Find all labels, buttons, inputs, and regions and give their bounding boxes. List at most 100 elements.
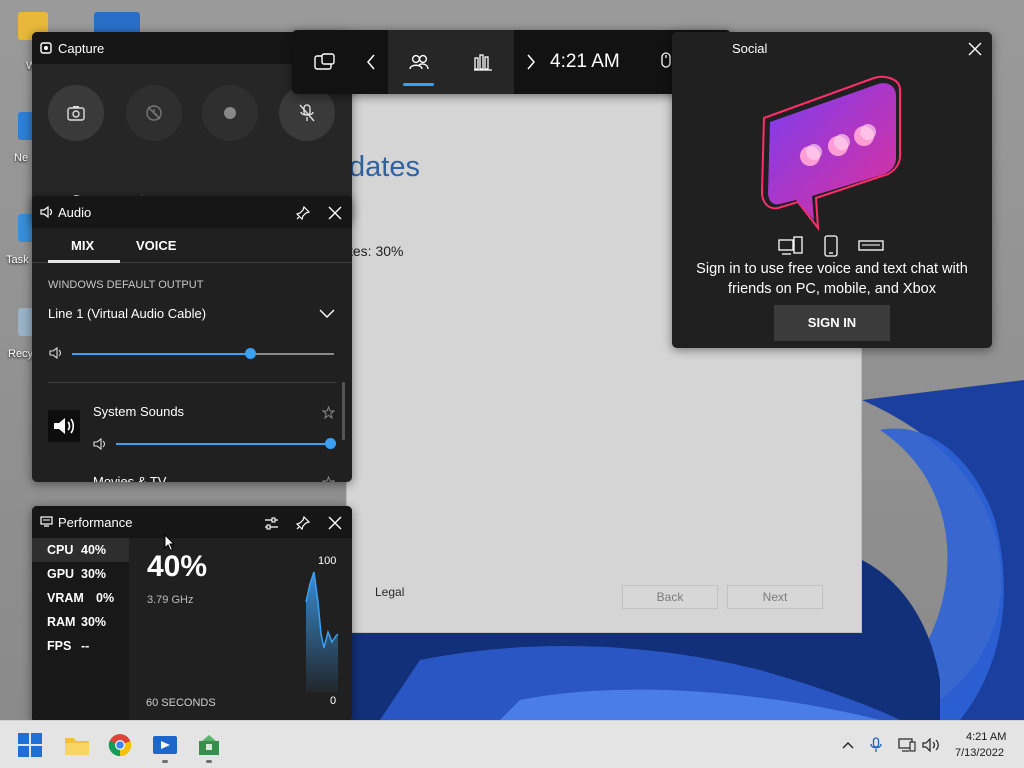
social-icon bbox=[409, 54, 429, 70]
monitor-icon bbox=[40, 516, 53, 527]
output-device-select[interactable]: Line 1 (Virtual Audio Cable) bbox=[48, 306, 206, 321]
legal-link[interactable]: Legal bbox=[375, 585, 404, 599]
audio-widget: Audio MIX VOICE WINDOWS DEFAULT OUTPUT L… bbox=[32, 196, 352, 482]
close-button[interactable] bbox=[324, 202, 346, 224]
speaker-icon bbox=[54, 418, 75, 434]
scrollbar[interactable] bbox=[342, 382, 345, 440]
performance-icon bbox=[474, 54, 492, 71]
running-indicator bbox=[206, 760, 212, 763]
close-button[interactable] bbox=[324, 512, 346, 534]
pin-icon bbox=[296, 206, 310, 220]
scroll-right-button[interactable] bbox=[514, 30, 548, 94]
screenshot-button[interactable] bbox=[48, 85, 104, 141]
performance-options-button[interactable] bbox=[260, 512, 282, 534]
capture-title: Capture bbox=[58, 41, 105, 56]
metric-name: RAM bbox=[47, 615, 76, 629]
next-button[interactable]: Next bbox=[727, 585, 823, 609]
game-bar-top: 4:21 AM bbox=[292, 30, 731, 94]
performance-title: Performance bbox=[58, 515, 133, 530]
chrome-button[interactable] bbox=[104, 729, 136, 761]
metric-row-fps[interactable]: FPS -- bbox=[32, 634, 129, 658]
pin-button[interactable] bbox=[292, 202, 314, 224]
metric-row-vram[interactable]: VRAM 0% bbox=[32, 586, 129, 610]
record-last-button[interactable] bbox=[126, 85, 182, 141]
master-volume-thumb[interactable] bbox=[245, 348, 256, 359]
tab-voice[interactable]: VOICE bbox=[136, 238, 176, 253]
metric-list: CPU 40% GPU 30% VRAM 0% RAM 30% FPS -- bbox=[32, 538, 129, 723]
pin-icon bbox=[296, 516, 310, 530]
social-widget: Social Sign in to use free voice and tex… bbox=[672, 32, 992, 348]
star-icon[interactable] bbox=[322, 476, 335, 482]
desktop-icon-label: Recy bbox=[8, 348, 34, 360]
setup-app-button[interactable] bbox=[193, 729, 225, 761]
arrow-left-icon bbox=[367, 54, 375, 70]
close-icon bbox=[328, 206, 342, 220]
scroll-left-button[interactable] bbox=[354, 30, 388, 94]
setup-app-icon bbox=[199, 735, 219, 755]
chrome-icon bbox=[108, 734, 132, 757]
start-button[interactable] bbox=[14, 729, 46, 761]
taskbar-time[interactable]: 4:21 AM bbox=[966, 731, 1006, 743]
selected-metric-detail: 3.79 GHz bbox=[147, 594, 194, 606]
taskbar-date[interactable]: 7/13/2022 bbox=[955, 747, 1004, 759]
audio-title: Audio bbox=[58, 205, 92, 220]
mobile-icon bbox=[824, 235, 838, 257]
close-button[interactable] bbox=[964, 38, 986, 60]
volume-icon bbox=[922, 738, 939, 752]
start-recording-button[interactable] bbox=[202, 85, 258, 141]
active-tab-indicator bbox=[48, 260, 120, 263]
setup-progress-text: tes: 30% bbox=[349, 243, 404, 259]
graph-window-label: 60 SECONDS bbox=[146, 697, 216, 709]
metric-value: 0% bbox=[96, 591, 115, 605]
metric-row-ram[interactable]: RAM 30% bbox=[32, 610, 129, 634]
chevron-down-icon[interactable] bbox=[319, 309, 335, 319]
arrow-right-icon bbox=[527, 54, 535, 70]
network-tray-button[interactable] bbox=[897, 735, 917, 755]
social-header: Social bbox=[672, 32, 992, 64]
performance-widget: Performance CPU 40% GPU 30% VRAM 0% RAM … bbox=[32, 506, 352, 723]
chevron-up-icon bbox=[842, 742, 854, 749]
record-last-icon bbox=[146, 105, 162, 121]
chat-bubble-illustration bbox=[760, 75, 901, 232]
speaker-icon bbox=[40, 206, 53, 218]
microphone-icon bbox=[870, 737, 882, 752]
metric-name: VRAM bbox=[47, 591, 84, 605]
tab-mix[interactable]: MIX bbox=[71, 238, 94, 253]
pin-button[interactable] bbox=[292, 512, 314, 534]
desktop-icon-label: Ne bbox=[14, 152, 29, 164]
social-sign-in-message: Sign in to use free voice and text chat … bbox=[696, 261, 968, 297]
file-explorer-button[interactable] bbox=[61, 729, 93, 761]
audio-header: Audio bbox=[32, 196, 352, 228]
start-icon bbox=[18, 733, 42, 757]
file-explorer-icon bbox=[65, 738, 89, 755]
mouse-cursor bbox=[164, 534, 176, 552]
metric-row-gpu[interactable]: GPU 30% bbox=[32, 562, 129, 586]
social-title: Social bbox=[732, 41, 768, 56]
star-icon[interactable] bbox=[322, 406, 335, 419]
graph-min-label: 0 bbox=[330, 695, 337, 707]
microphone-tray-button[interactable] bbox=[866, 735, 886, 755]
network-icon bbox=[898, 738, 916, 752]
master-volume-fill bbox=[72, 353, 250, 355]
back-button[interactable]: Back bbox=[622, 585, 718, 609]
metric-name: CPU bbox=[47, 543, 74, 557]
active-indicator bbox=[403, 83, 434, 86]
show-hidden-icons-button[interactable] bbox=[838, 735, 858, 755]
running-indicator bbox=[162, 760, 168, 763]
selected-metric-value: 40% bbox=[147, 550, 208, 583]
metric-value: -- bbox=[81, 639, 90, 653]
metric-name: GPU bbox=[47, 567, 75, 581]
widget-menu-button[interactable] bbox=[302, 30, 348, 94]
top-bar-clock: 4:21 AM bbox=[550, 51, 620, 72]
performance-widget-button[interactable] bbox=[463, 30, 503, 94]
capture-widget-icon bbox=[40, 42, 52, 54]
setup-title: dates bbox=[349, 151, 420, 183]
xbox-console-icon bbox=[858, 240, 884, 251]
media-player-button[interactable] bbox=[149, 729, 181, 761]
section-divider bbox=[48, 382, 336, 383]
volume-tray-button[interactable] bbox=[921, 735, 941, 755]
sign-in-button[interactable]: SIGN IN bbox=[774, 305, 890, 341]
metric-row-cpu[interactable]: CPU 40% bbox=[32, 538, 129, 562]
desktop-icon-label: Task bbox=[6, 254, 29, 266]
app-volume-thumb[interactable] bbox=[325, 438, 336, 449]
